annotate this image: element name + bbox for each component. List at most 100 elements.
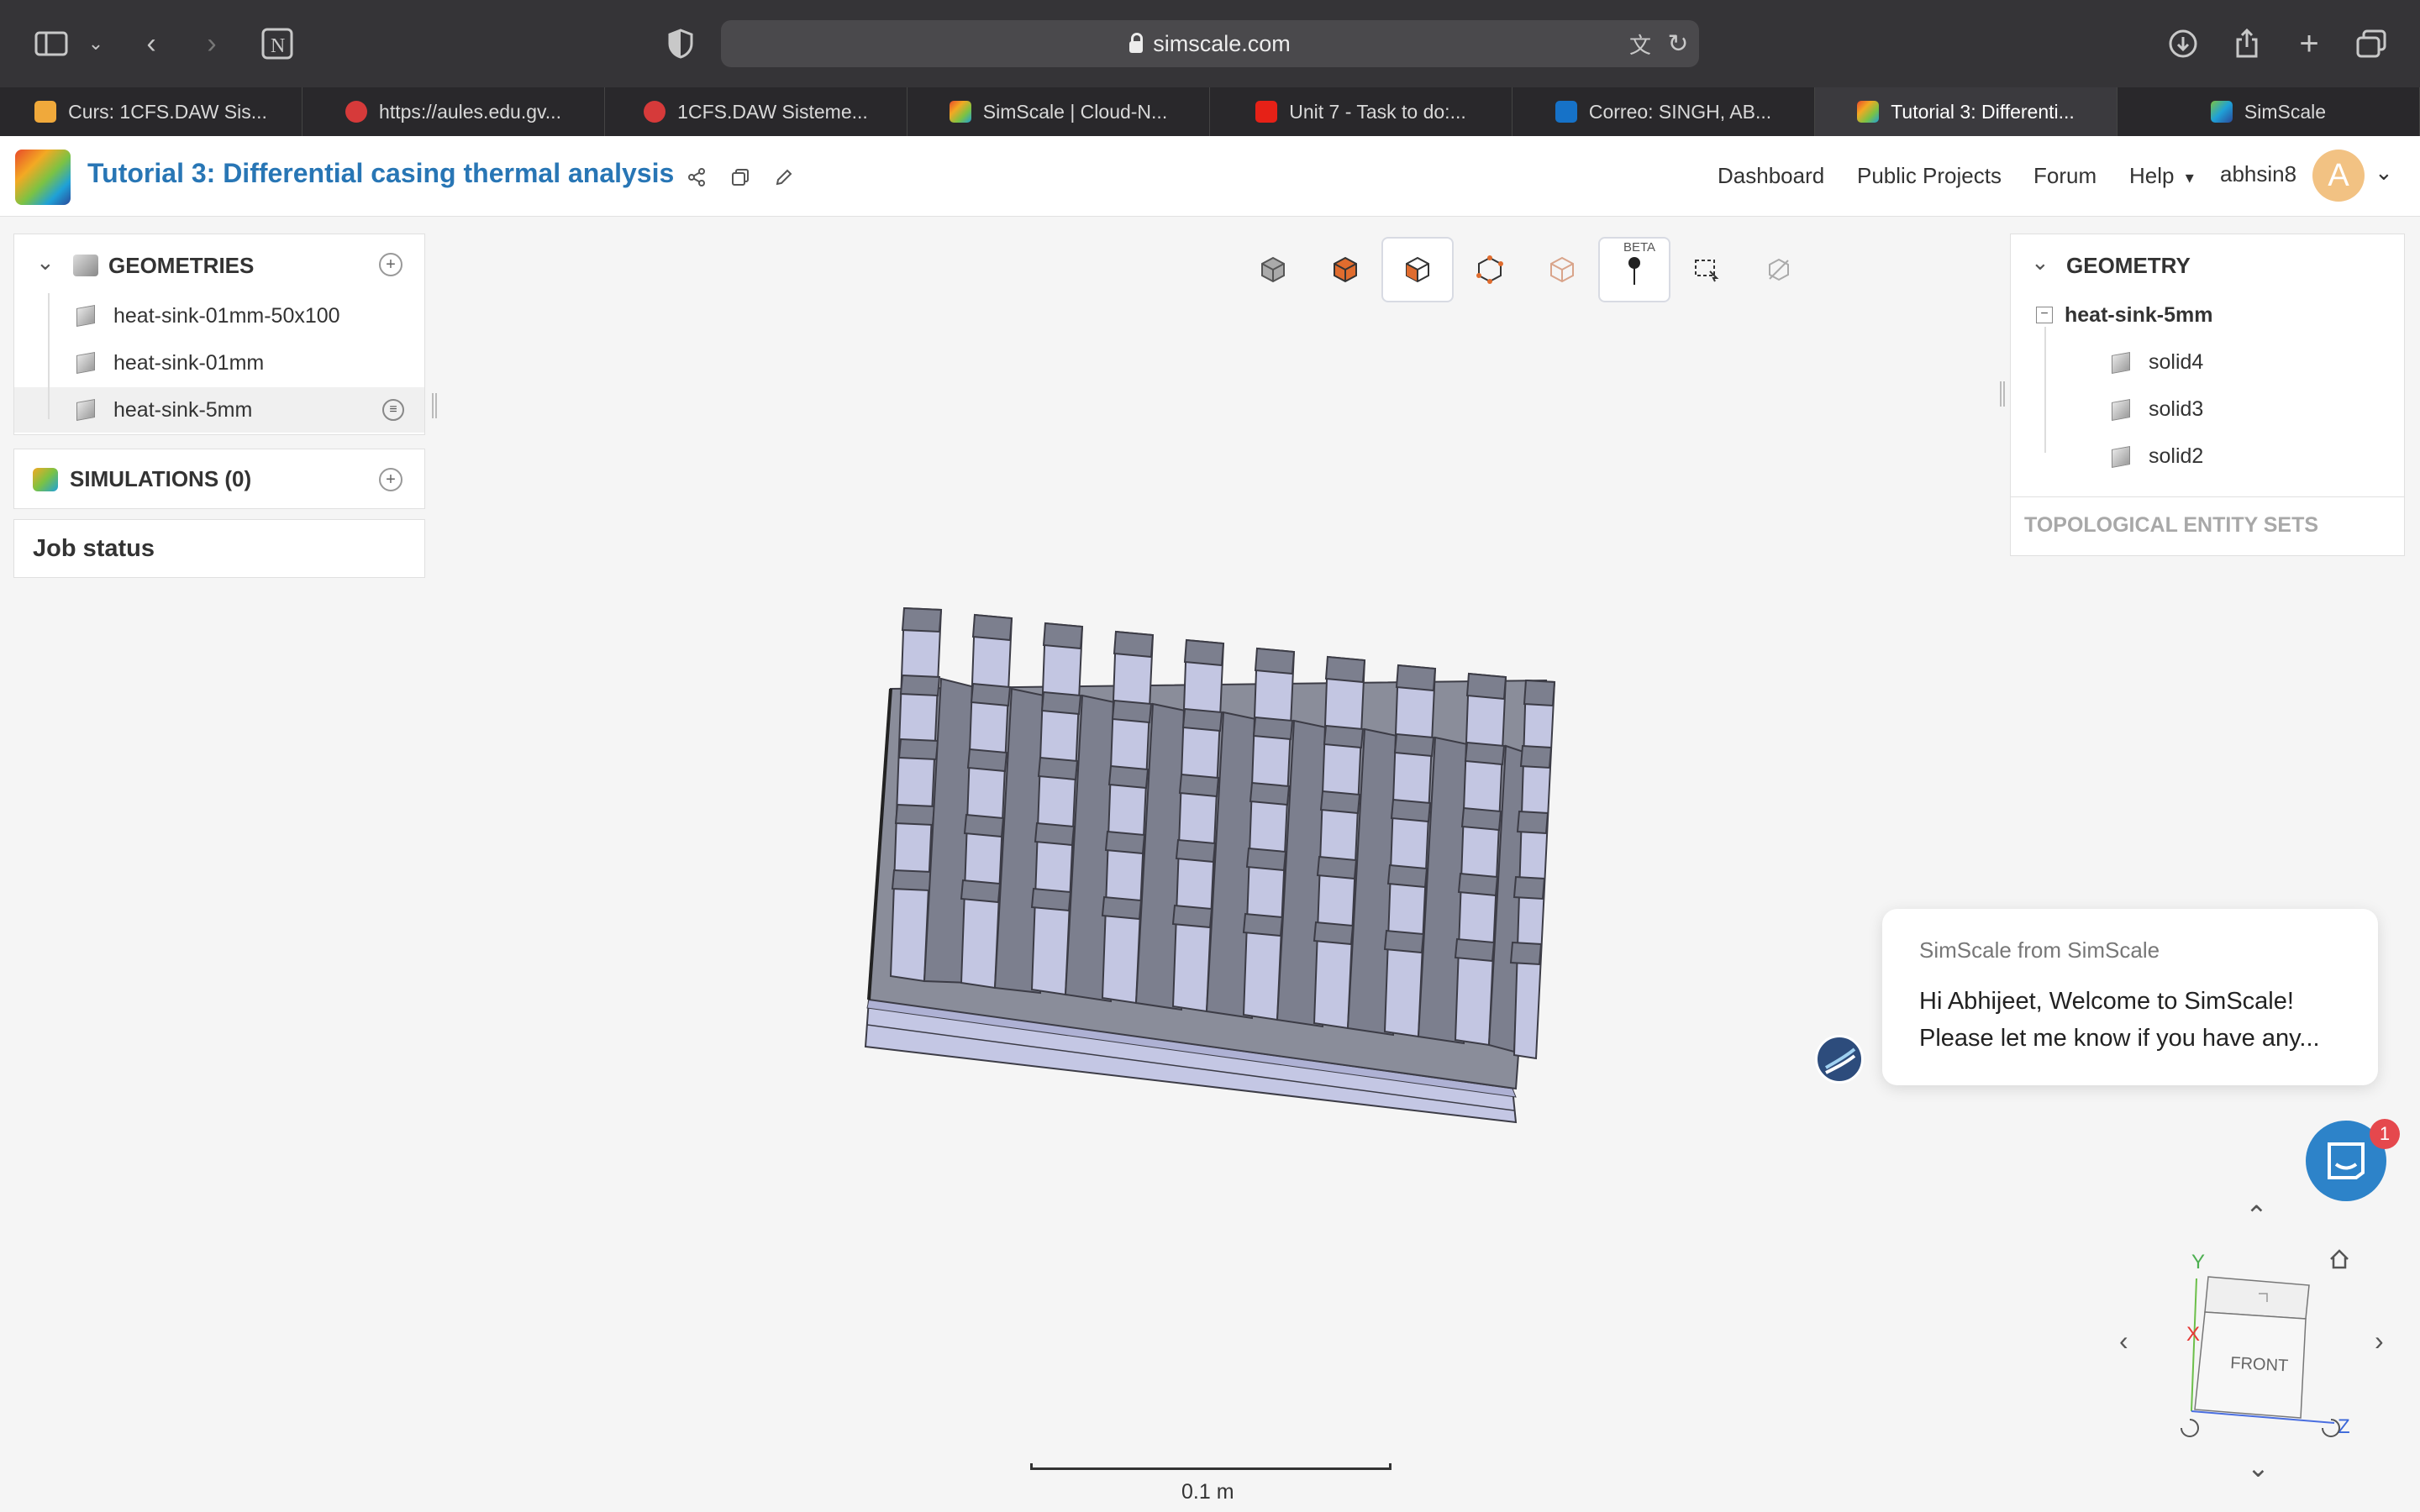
geometry-root[interactable]: heat-sink-5mm xyxy=(2065,303,2212,328)
solid-item[interactable]: solid3 xyxy=(2112,397,2203,422)
rotate-left-icon[interactable] xyxy=(2181,1419,2199,1437)
panel-resize-handle[interactable] xyxy=(432,393,437,418)
job-status-panel[interactable]: Job status xyxy=(13,519,425,578)
job-status-title: Job status xyxy=(33,535,155,562)
collapse-icon[interactable]: − xyxy=(2036,307,2053,323)
select-face-icon[interactable] xyxy=(1381,237,1454,302)
chat-agent-avatar xyxy=(1815,1035,1864,1084)
select-solid-icon[interactable] xyxy=(1309,237,1381,302)
chevron-up-icon[interactable]: ⌃ xyxy=(2245,1200,2268,1231)
geometries-icon xyxy=(73,255,98,276)
copy-icon[interactable] xyxy=(728,165,753,190)
viewer-toolbar: BETA xyxy=(1237,237,1815,302)
nav-dashboard[interactable]: Dashboard xyxy=(1718,163,1824,189)
notion-icon[interactable]: N xyxy=(259,25,296,62)
topological-entity-sets-title[interactable]: TOPOLOGICAL ENTITY SETS xyxy=(2024,513,2318,538)
solid-icon xyxy=(2112,398,2130,421)
back-icon[interactable]: ‹ xyxy=(134,25,168,62)
chevron-down-icon[interactable]: ⌄ xyxy=(2247,1452,2270,1483)
chevron-down-icon[interactable]: ⌄ xyxy=(84,25,108,62)
notification-badge: 1 xyxy=(2370,1119,2400,1149)
beta-label: BETA xyxy=(1623,240,1656,255)
gva-icon xyxy=(644,101,666,123)
simscale-logo[interactable] xyxy=(15,150,71,205)
scale-label: 0.1 m xyxy=(1181,1480,1234,1504)
reload-icon[interactable]: ↻ xyxy=(1664,25,1692,62)
geometry-item-selected[interactable]: heat-sink-5mm ≡ xyxy=(14,387,424,433)
simscale-icon xyxy=(1857,101,1880,123)
add-geometry-button[interactable]: + xyxy=(379,253,402,276)
tab-1[interactable]: https://aules.edu.gv... xyxy=(302,87,605,136)
nav-help[interactable]: Help ▾ xyxy=(2129,163,2194,189)
chevron-down-icon[interactable]: ⌄ xyxy=(2031,249,2049,276)
tree-line xyxy=(2044,327,2046,453)
orientation-cube[interactable]: FRONT Y X Z xyxy=(2175,1243,2376,1453)
add-simulation-button[interactable]: + xyxy=(379,468,402,491)
tab-7[interactable]: SimScale xyxy=(2118,87,2420,136)
project-title: Tutorial 3: Differential casing thermal … xyxy=(87,158,675,188)
nav-forum[interactable]: Forum xyxy=(2033,163,2096,189)
view-mode-icon[interactable] xyxy=(1237,237,1309,302)
simscale-icon xyxy=(949,101,971,123)
translate-icon[interactable]: ⽂ xyxy=(1623,25,1657,62)
solid-icon xyxy=(76,305,95,327)
tab-6-active[interactable]: Tutorial 3: Differenti... xyxy=(1815,87,2118,136)
chevron-left-icon[interactable]: ‹ xyxy=(2119,1326,2128,1357)
sidebar-toggle-icon[interactable] xyxy=(32,25,71,62)
box-select-icon[interactable] xyxy=(1670,237,1743,302)
solid-icon xyxy=(76,399,95,421)
geometry-tree-panel: ⌄ GEOMETRY − heat-sink-5mm solid4 solid3… xyxy=(2010,234,2405,556)
panel-resize-handle[interactable] xyxy=(2000,381,2005,407)
geometry-item[interactable]: heat-sink-01mm xyxy=(14,340,424,386)
outlook-icon xyxy=(1555,101,1577,123)
solid-item[interactable]: solid2 xyxy=(2112,444,2203,469)
geometry-label: heat-sink-5mm xyxy=(113,397,253,422)
solid-icon xyxy=(2112,351,2130,374)
geometry-label: heat-sink-01mm xyxy=(113,350,265,375)
address-bar[interactable]: simscale.com xyxy=(721,20,1699,67)
nav-help-label: Help xyxy=(2129,163,2175,188)
chevron-down-icon[interactable]: ⌄ xyxy=(36,249,55,276)
download-icon[interactable] xyxy=(2166,25,2200,62)
solid-label: solid3 xyxy=(2149,397,2204,421)
geometry-item[interactable]: heat-sink-01mm-50x100 xyxy=(14,293,424,339)
tab-overview-icon[interactable] xyxy=(2354,25,2388,62)
select-edge-icon[interactable] xyxy=(1454,237,1526,302)
privacy-shield-icon[interactable] xyxy=(664,25,697,62)
select-volume-icon[interactable] xyxy=(1526,237,1598,302)
share-icon[interactable] xyxy=(684,165,709,190)
solid-label: solid2 xyxy=(2149,444,2204,468)
tab-4[interactable]: Unit 7 - Task to do:... xyxy=(1210,87,1512,136)
geometry-label: heat-sink-01mm-50x100 xyxy=(113,303,340,328)
browser-toolbar: ⌄ ‹ › N simscale.com ⽂ ↻ + xyxy=(0,0,2420,87)
new-tab-icon[interactable]: + xyxy=(2292,25,2326,62)
tab-5[interactable]: Correo: SINGH, AB... xyxy=(1512,87,1815,136)
geometry-root-label: heat-sink-5mm xyxy=(2065,303,2213,327)
chat-line: Please let me know if you have any... xyxy=(1919,1025,2320,1052)
username[interactable]: abhsin8 xyxy=(2220,161,2296,187)
chat-message: Hi Abhijeet, Welcome to SimScale! Please… xyxy=(1919,983,2320,1057)
tree-line xyxy=(48,293,50,419)
chevron-down-icon[interactable]: ⌄ xyxy=(2375,160,2393,186)
gva-icon xyxy=(345,101,368,123)
menu-icon[interactable]: ≡ xyxy=(382,399,404,421)
scale-bar xyxy=(1030,1463,1392,1470)
nav-public-projects[interactable]: Public Projects xyxy=(1857,163,2002,189)
solid-item[interactable]: solid4 xyxy=(2112,350,2203,375)
solid-label: solid4 xyxy=(2149,350,2204,374)
chat-sender: SimScale from SimScale xyxy=(1919,937,2160,963)
edit-pencil-icon[interactable] xyxy=(771,165,797,190)
heat-sink-model[interactable] xyxy=(857,588,1563,1126)
share-icon[interactable] xyxy=(2230,25,2264,62)
app-header: Tutorial 3: Differential casing thermal … xyxy=(0,136,2420,217)
avatar[interactable]: A xyxy=(2312,150,2365,202)
solid-icon xyxy=(76,352,95,374)
point-probe-icon[interactable]: BETA xyxy=(1598,237,1670,302)
chat-message-bubble[interactable]: SimScale from SimScale Hi Abhijeet, Welc… xyxy=(1882,909,2378,1085)
tab-0[interactable]: Curs: 1CFS.DAW Sis... xyxy=(0,87,302,136)
tab-2[interactable]: 1CFS.DAW Sisteme... xyxy=(605,87,908,136)
forward-icon[interactable]: › xyxy=(195,25,229,62)
tab-bar: Curs: 1CFS.DAW Sis... https://aules.edu.… xyxy=(0,87,2420,136)
visibility-icon[interactable] xyxy=(1743,237,1815,302)
tab-3[interactable]: SimScale | Cloud-N... xyxy=(908,87,1210,136)
